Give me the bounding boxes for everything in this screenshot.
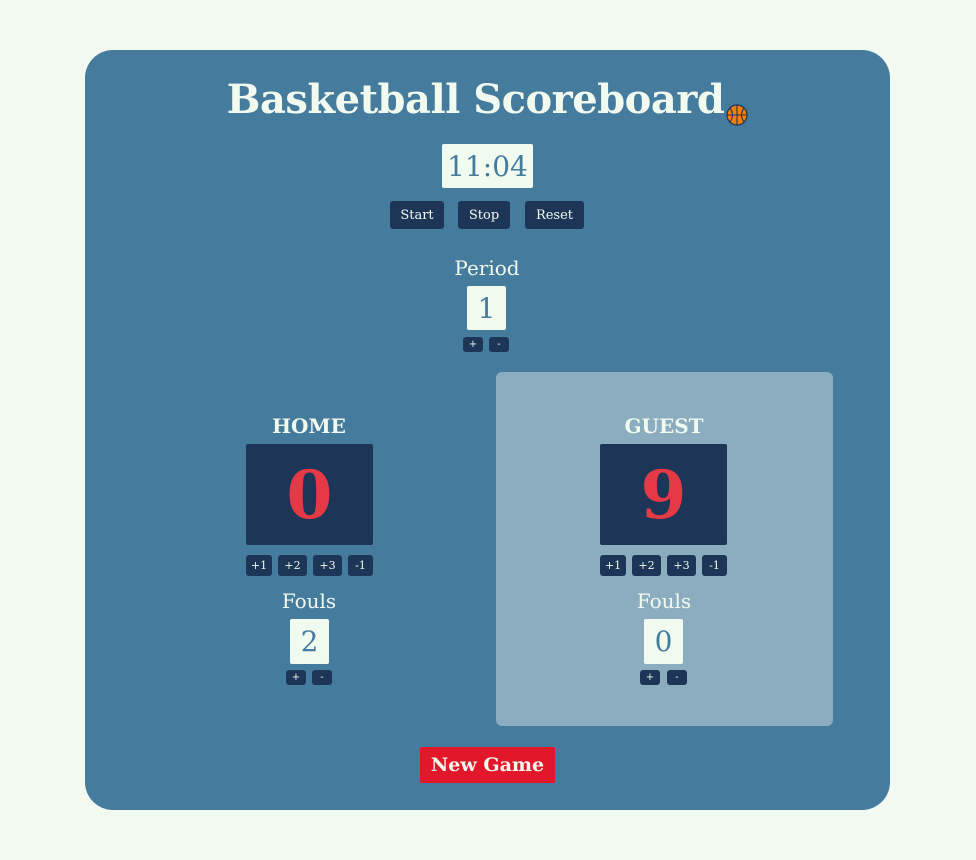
scoreboard-panel: Basketball Scoreboard 11:04 Start Stop R… bbox=[85, 50, 890, 810]
guest-minus-1-button[interactable]: -1 bbox=[702, 555, 727, 576]
guest-fouls-increment-button[interactable]: + bbox=[640, 670, 660, 685]
home-fouls-increment-button[interactable]: + bbox=[286, 670, 306, 685]
reset-button[interactable]: Reset bbox=[525, 201, 584, 229]
period-value: 1 bbox=[467, 286, 506, 330]
basketball-icon bbox=[726, 89, 748, 126]
guest-fouls-decrement-button[interactable]: - bbox=[667, 670, 687, 685]
period-label: Period bbox=[454, 256, 520, 280]
guest-plus-2-button[interactable]: +2 bbox=[632, 555, 661, 576]
page-title: Basketball Scoreboard bbox=[85, 76, 890, 126]
home-plus-2-button[interactable]: +2 bbox=[278, 555, 307, 576]
stop-button[interactable]: Stop bbox=[458, 201, 510, 229]
home-fouls-decrement-button[interactable]: - bbox=[312, 670, 332, 685]
game-clock: 11:04 bbox=[442, 144, 533, 188]
guest-fouls-value: 0 bbox=[644, 619, 683, 664]
page-background: Basketball Scoreboard 11:04 Start Stop R… bbox=[0, 0, 976, 860]
home-team-name: HOME bbox=[272, 414, 346, 438]
guest-score: 9 bbox=[600, 444, 727, 545]
home-score: 0 bbox=[246, 444, 373, 545]
new-game-button[interactable]: New Game bbox=[420, 747, 555, 783]
guest-fouls-label: Fouls bbox=[636, 589, 692, 613]
period-decrement-button[interactable]: - bbox=[489, 337, 509, 352]
home-plus-3-button[interactable]: +3 bbox=[313, 555, 342, 576]
guest-team-name: GUEST bbox=[624, 414, 704, 438]
home-fouls-value: 2 bbox=[290, 619, 329, 664]
title-text: Basketball Scoreboard bbox=[226, 76, 725, 123]
guest-plus-1-button[interactable]: +1 bbox=[600, 555, 626, 576]
home-minus-1-button[interactable]: -1 bbox=[348, 555, 373, 576]
home-fouls-label: Fouls bbox=[281, 589, 337, 613]
start-button[interactable]: Start bbox=[390, 201, 444, 229]
home-plus-1-button[interactable]: +1 bbox=[246, 555, 272, 576]
guest-plus-3-button[interactable]: +3 bbox=[667, 555, 696, 576]
period-increment-button[interactable]: + bbox=[463, 337, 483, 352]
